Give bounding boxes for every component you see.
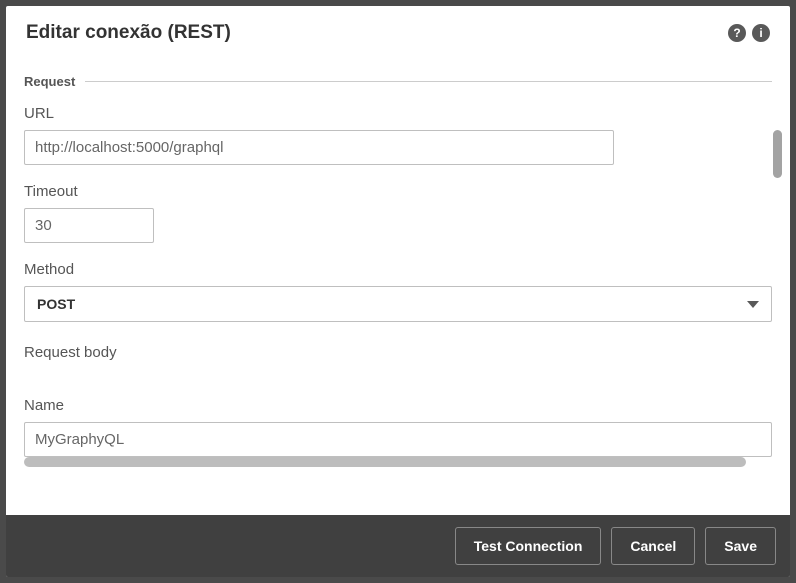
save-button[interactable]: Save [705,527,776,565]
help-icon[interactable]: ? [728,24,746,42]
url-label: URL [24,105,772,122]
cancel-button[interactable]: Cancel [611,527,695,565]
horizontal-scrollbar[interactable] [24,457,746,467]
name-label: Name [24,397,772,414]
dialog-title: Editar conexão (REST) [26,22,231,44]
request-body-label: Request body [24,344,772,361]
url-input[interactable] [24,130,614,165]
dialog-content: Request URL Timeout Method POST Request … [6,56,790,515]
dialog-header: Editar conexão (REST) ? i [6,6,790,56]
test-connection-button[interactable]: Test Connection [455,527,602,565]
section-divider [85,81,772,82]
header-icons: ? i [728,24,770,42]
timeout-input[interactable] [24,208,154,243]
dialog-footer: Test Connection Cancel Save [6,515,790,577]
info-icon[interactable]: i [752,24,770,42]
section-label: Request [24,74,85,89]
vertical-scrollbar[interactable] [773,130,782,178]
chevron-down-icon [747,301,759,308]
edit-connection-dialog: Editar conexão (REST) ? i Request URL Ti… [6,6,790,577]
method-select[interactable]: POST [24,286,772,322]
method-label: Method [24,261,772,278]
name-input[interactable] [24,422,772,457]
timeout-label: Timeout [24,183,772,200]
section-request: Request [24,74,772,89]
method-value: POST [37,296,75,312]
